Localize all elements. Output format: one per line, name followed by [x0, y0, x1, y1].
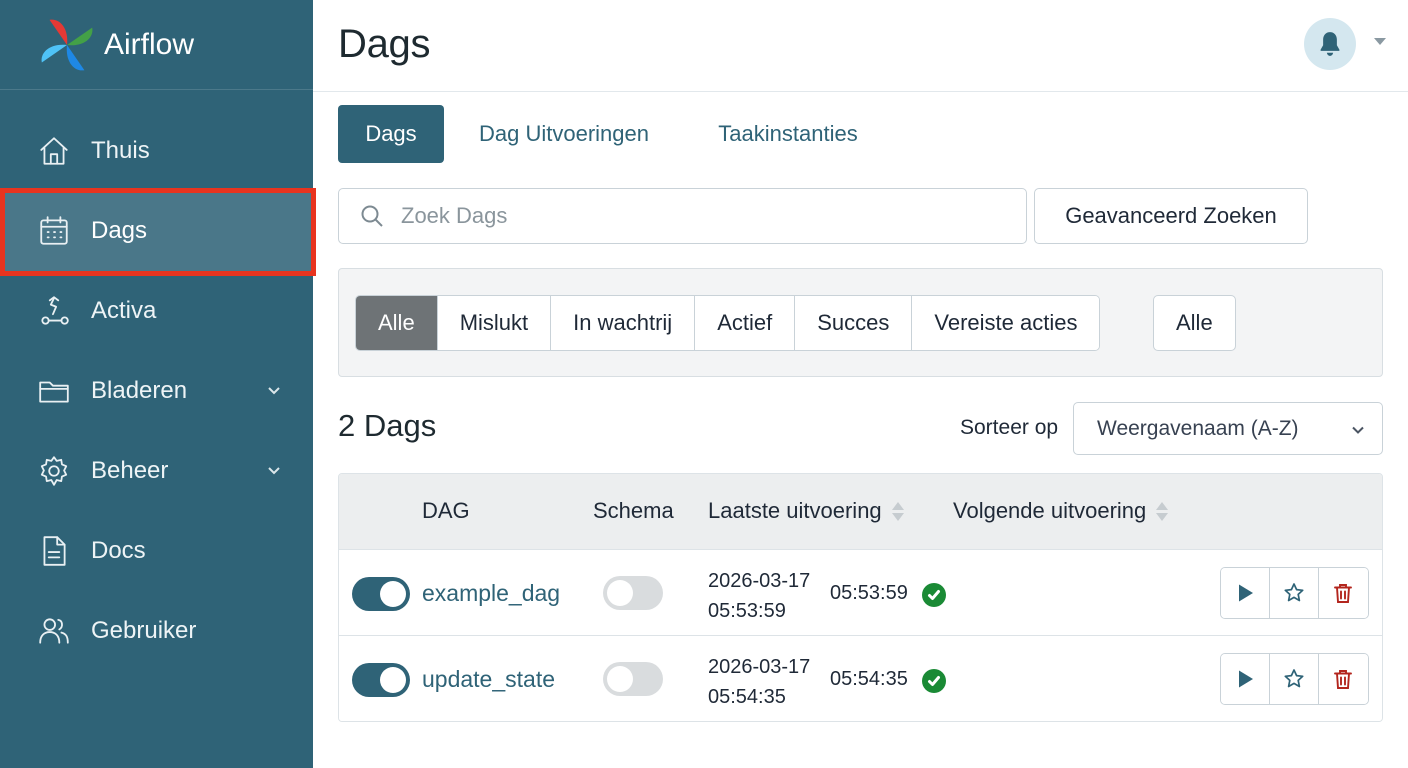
last-run-time: 05:54:35: [708, 686, 786, 708]
next-run-time: 05:53:59: [830, 582, 908, 604]
favorite-button[interactable]: [1270, 654, 1319, 704]
gear-icon: [36, 453, 72, 489]
favorite-button[interactable]: [1270, 568, 1319, 618]
sidebar-item-home[interactable]: Thuis: [0, 111, 313, 191]
calendar-icon: [36, 213, 72, 249]
last-run-time: 05:53:59: [708, 600, 786, 622]
caret-down-icon[interactable]: [1374, 38, 1386, 45]
sidebar-item-docs[interactable]: Docs: [0, 511, 313, 591]
sort-select-value: Weergavenaam (A-Z): [1097, 416, 1299, 440]
table-header: DAG Schema Laatste uitvoering Volgende u…: [339, 474, 1382, 550]
sidebar-item-label: Bladeren: [91, 377, 188, 404]
filter-failed-button[interactable]: Mislukt: [437, 296, 552, 350]
search-input[interactable]: [401, 203, 981, 229]
sidebar-item-label: Activa: [91, 297, 157, 324]
sidebar-item-label: Beheer: [91, 457, 169, 484]
sidebar-item-user[interactable]: Gebruiker: [0, 591, 313, 671]
page-title: Dags: [338, 22, 431, 66]
star-icon: [1284, 583, 1304, 602]
column-header-label: Volgende uitvoering: [953, 498, 1147, 523]
table-row: update_state 2026-03-17 05:54:35 05:54:3…: [339, 635, 1382, 721]
last-run-datetime[interactable]: 2026-03-17 05:53:59: [708, 566, 810, 626]
chevron-down-icon[interactable]: [265, 462, 283, 480]
tab-task-instances[interactable]: Taakinstanties: [696, 105, 880, 163]
row-actions: [1220, 567, 1369, 619]
row-actions: [1220, 653, 1369, 705]
column-header-next-run[interactable]: Volgende uitvoering: [953, 498, 1169, 524]
dag-link[interactable]: update_state: [422, 666, 555, 693]
page-header: Dags: [313, 0, 1408, 92]
dag-enabled-toggle[interactable]: [352, 577, 410, 611]
sidebar-item-admin[interactable]: Beheer: [0, 431, 313, 511]
trash-icon: [1334, 584, 1353, 603]
schedule-toggle[interactable]: [603, 576, 663, 610]
column-header-last-run[interactable]: Laatste uitvoering: [708, 498, 904, 524]
filter-queued-button[interactable]: In wachtrij: [551, 296, 696, 350]
trigger-dag-button[interactable]: [1221, 568, 1270, 618]
users-icon: [36, 613, 72, 649]
trigger-dag-button[interactable]: [1221, 654, 1270, 704]
chevron-down-icon: [1352, 426, 1364, 434]
sidebar-item-label: Thuis: [91, 137, 150, 164]
success-check-icon: [922, 669, 946, 693]
dags-table: DAG Schema Laatste uitvoering Volgende u…: [338, 473, 1383, 722]
schedule-toggle[interactable]: [603, 662, 663, 696]
filter-success-button[interactable]: Succes: [795, 296, 913, 350]
sidebar-item-label: Gebruiker: [91, 617, 197, 644]
filter-panel: Alle Mislukt In wachtrij Actief Succes V…: [338, 268, 1383, 377]
last-run-datetime[interactable]: 2026-03-17 05:54:35: [708, 652, 810, 712]
chevron-down-icon[interactable]: [265, 382, 283, 400]
search-icon: [361, 205, 383, 227]
bell-icon: [1320, 32, 1340, 56]
play-icon: [1239, 584, 1253, 602]
sidebar-item-dags[interactable]: Dags: [0, 191, 313, 271]
brand[interactable]: Airflow: [0, 0, 313, 90]
play-icon: [1239, 670, 1253, 688]
sort-arrows-icon: [1156, 501, 1169, 521]
column-header-label: Laatste uitvoering: [708, 498, 882, 523]
filter-needs-action-button[interactable]: Vereiste acties: [912, 296, 1100, 350]
success-check-icon: [922, 583, 946, 607]
home-icon: [36, 133, 72, 169]
tab-dags[interactable]: Dags: [338, 105, 444, 163]
document-icon: [36, 533, 72, 569]
sidebar: Airflow Thuis Dags Activa Bladeren Behee…: [0, 0, 316, 768]
column-header-dag[interactable]: DAG: [422, 498, 470, 524]
assets-icon: [36, 293, 72, 329]
dag-enabled-toggle[interactable]: [352, 663, 410, 697]
filter-paused-all-button[interactable]: Alle: [1153, 295, 1236, 351]
dag-link[interactable]: example_dag: [422, 580, 560, 607]
user-menu-button[interactable]: [1304, 18, 1356, 70]
search-box[interactable]: [338, 188, 1027, 244]
sort-label: Sorteer op: [960, 416, 1059, 439]
filter-running-button[interactable]: Actief: [695, 296, 796, 350]
next-run-time: 05:54:35: [830, 668, 908, 690]
star-icon: [1284, 669, 1304, 688]
dag-count: 2 Dags: [338, 408, 437, 443]
sort-arrows-icon: [891, 501, 904, 521]
folder-icon: [36, 373, 72, 409]
sidebar-item-assets[interactable]: Activa: [0, 271, 313, 351]
sort-select[interactable]: Weergavenaam (A-Z): [1073, 402, 1383, 455]
advanced-search-button[interactable]: Geavanceerd Zoeken: [1034, 188, 1308, 244]
app-name: Airflow: [104, 27, 195, 61]
delete-dag-button[interactable]: [1319, 654, 1368, 704]
sidebar-item-label: Docs: [91, 537, 146, 564]
sidebar-item-label: Dags: [91, 217, 148, 244]
last-run-date: 2026-03-17: [708, 570, 811, 592]
trash-icon: [1334, 670, 1353, 689]
tab-dag-runs[interactable]: Dag Uitvoeringen: [458, 105, 670, 163]
table-row: example_dag 2026-03-17 05:53:59 05:53:59: [339, 549, 1382, 635]
airflow-logo-icon: [41, 19, 93, 70]
sidebar-item-browse[interactable]: Bladeren: [0, 351, 313, 431]
last-run-date: 2026-03-17: [708, 656, 811, 678]
column-header-schedule[interactable]: Schema: [593, 498, 674, 524]
delete-dag-button[interactable]: [1319, 568, 1368, 618]
state-filter-group: Alle Mislukt In wachtrij Actief Succes V…: [355, 295, 1101, 351]
filter-all-button[interactable]: Alle: [356, 296, 438, 350]
